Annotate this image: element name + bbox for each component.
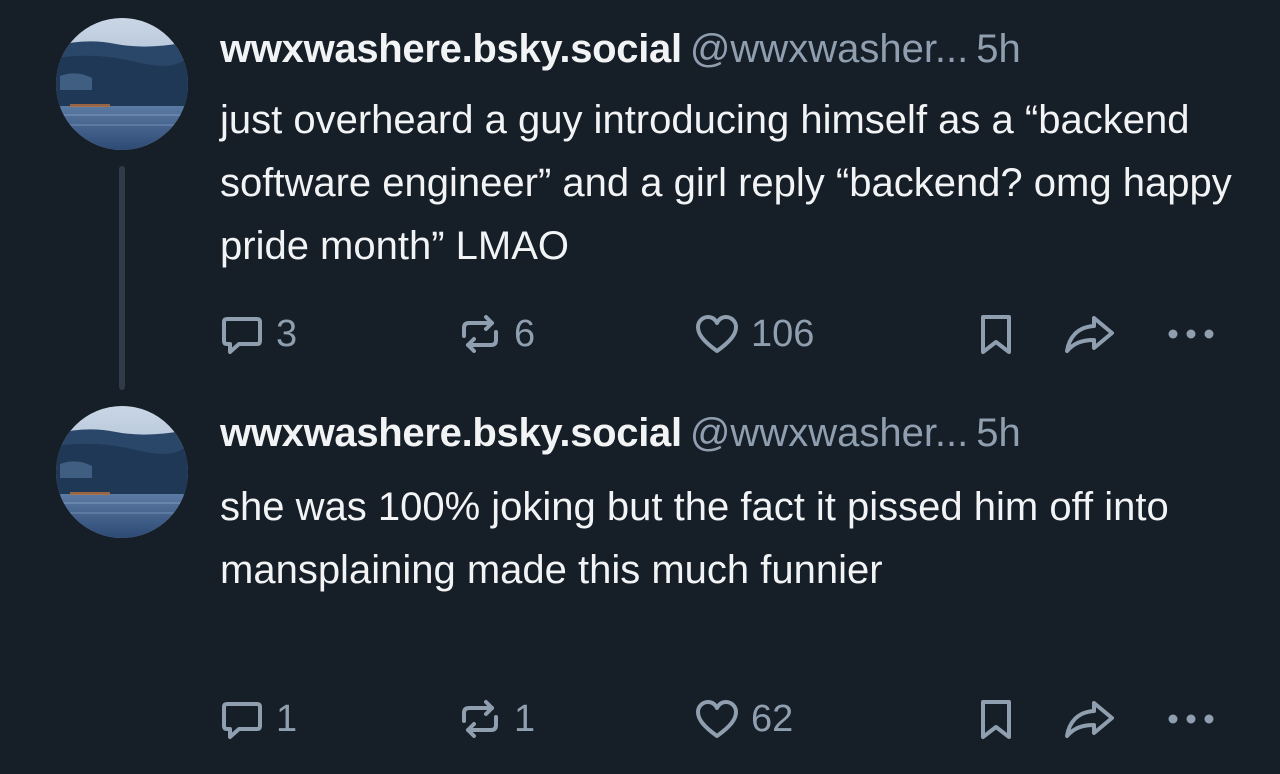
bookmark-icon xyxy=(981,315,1011,354)
handle[interactable]: @wwxwasher... xyxy=(690,27,968,71)
share-button[interactable] xyxy=(1062,306,1118,362)
ocean-landscape-avatar-icon xyxy=(56,18,188,150)
handle[interactable]: @wwxwasher... xyxy=(690,411,968,455)
post-text: just overheard a guy introducing himself… xyxy=(220,98,1232,268)
ocean-landscape-avatar-icon xyxy=(56,406,188,538)
repost-arrows-icon xyxy=(462,700,498,738)
post[interactable]: wwxwashere.bsky.social @wwxwasher... 5h ju… xyxy=(0,0,1280,395)
bookmark-icon xyxy=(981,700,1011,739)
post-actions: 1 1 62 xyxy=(0,691,1280,747)
heart-icon xyxy=(696,315,738,353)
display-name[interactable]: wwxwashere.bsky.social xyxy=(220,27,682,71)
post-text: she was 100% joking but the fact it piss… xyxy=(220,485,1169,592)
repost-button[interactable]: 1 xyxy=(456,691,535,747)
reply-button[interactable]: 1 xyxy=(218,691,297,747)
more-options-button[interactable] xyxy=(1166,691,1216,747)
post-header: wwxwashere.bsky.social @wwxwasher... 5h xyxy=(220,407,1021,459)
repost-count: 6 xyxy=(514,312,536,355)
speech-bubble-icon xyxy=(222,702,262,739)
reply-count: 1 xyxy=(276,697,298,740)
avatar[interactable] xyxy=(56,18,188,150)
like-button[interactable]: 62 xyxy=(693,691,793,747)
repost-arrows-icon xyxy=(462,315,498,353)
speech-bubble-icon xyxy=(222,317,262,354)
like-button[interactable]: 106 xyxy=(693,306,814,362)
heart-icon xyxy=(696,700,738,738)
timestamp[interactable]: 5h xyxy=(976,27,1021,71)
share-arrow-icon xyxy=(1065,701,1114,738)
like-count: 106 xyxy=(751,312,815,355)
display-name[interactable]: wwxwashere.bsky.social xyxy=(220,411,682,455)
ellipsis-icon xyxy=(1168,714,1214,724)
bookmark-button[interactable] xyxy=(972,306,1020,362)
share-button[interactable] xyxy=(1062,691,1118,747)
post-actions: 3 6 106 xyxy=(0,306,1280,362)
avatar[interactable] xyxy=(56,406,188,538)
share-arrow-icon xyxy=(1065,316,1114,353)
like-count: 62 xyxy=(751,697,794,740)
bookmark-button[interactable] xyxy=(972,691,1020,747)
timestamp[interactable]: 5h xyxy=(976,411,1021,455)
reply-button[interactable]: 3 xyxy=(218,306,297,362)
more-options-button[interactable] xyxy=(1166,306,1216,362)
post-header: wwxwashere.bsky.social @wwxwasher... 5h xyxy=(220,23,1021,75)
ellipsis-icon xyxy=(1168,329,1214,339)
reply-count: 3 xyxy=(276,312,298,355)
repost-count: 1 xyxy=(514,697,536,740)
repost-button[interactable]: 6 xyxy=(456,306,535,362)
post[interactable]: wwxwashere.bsky.social @wwxwasher... 5h sh… xyxy=(0,395,1280,774)
